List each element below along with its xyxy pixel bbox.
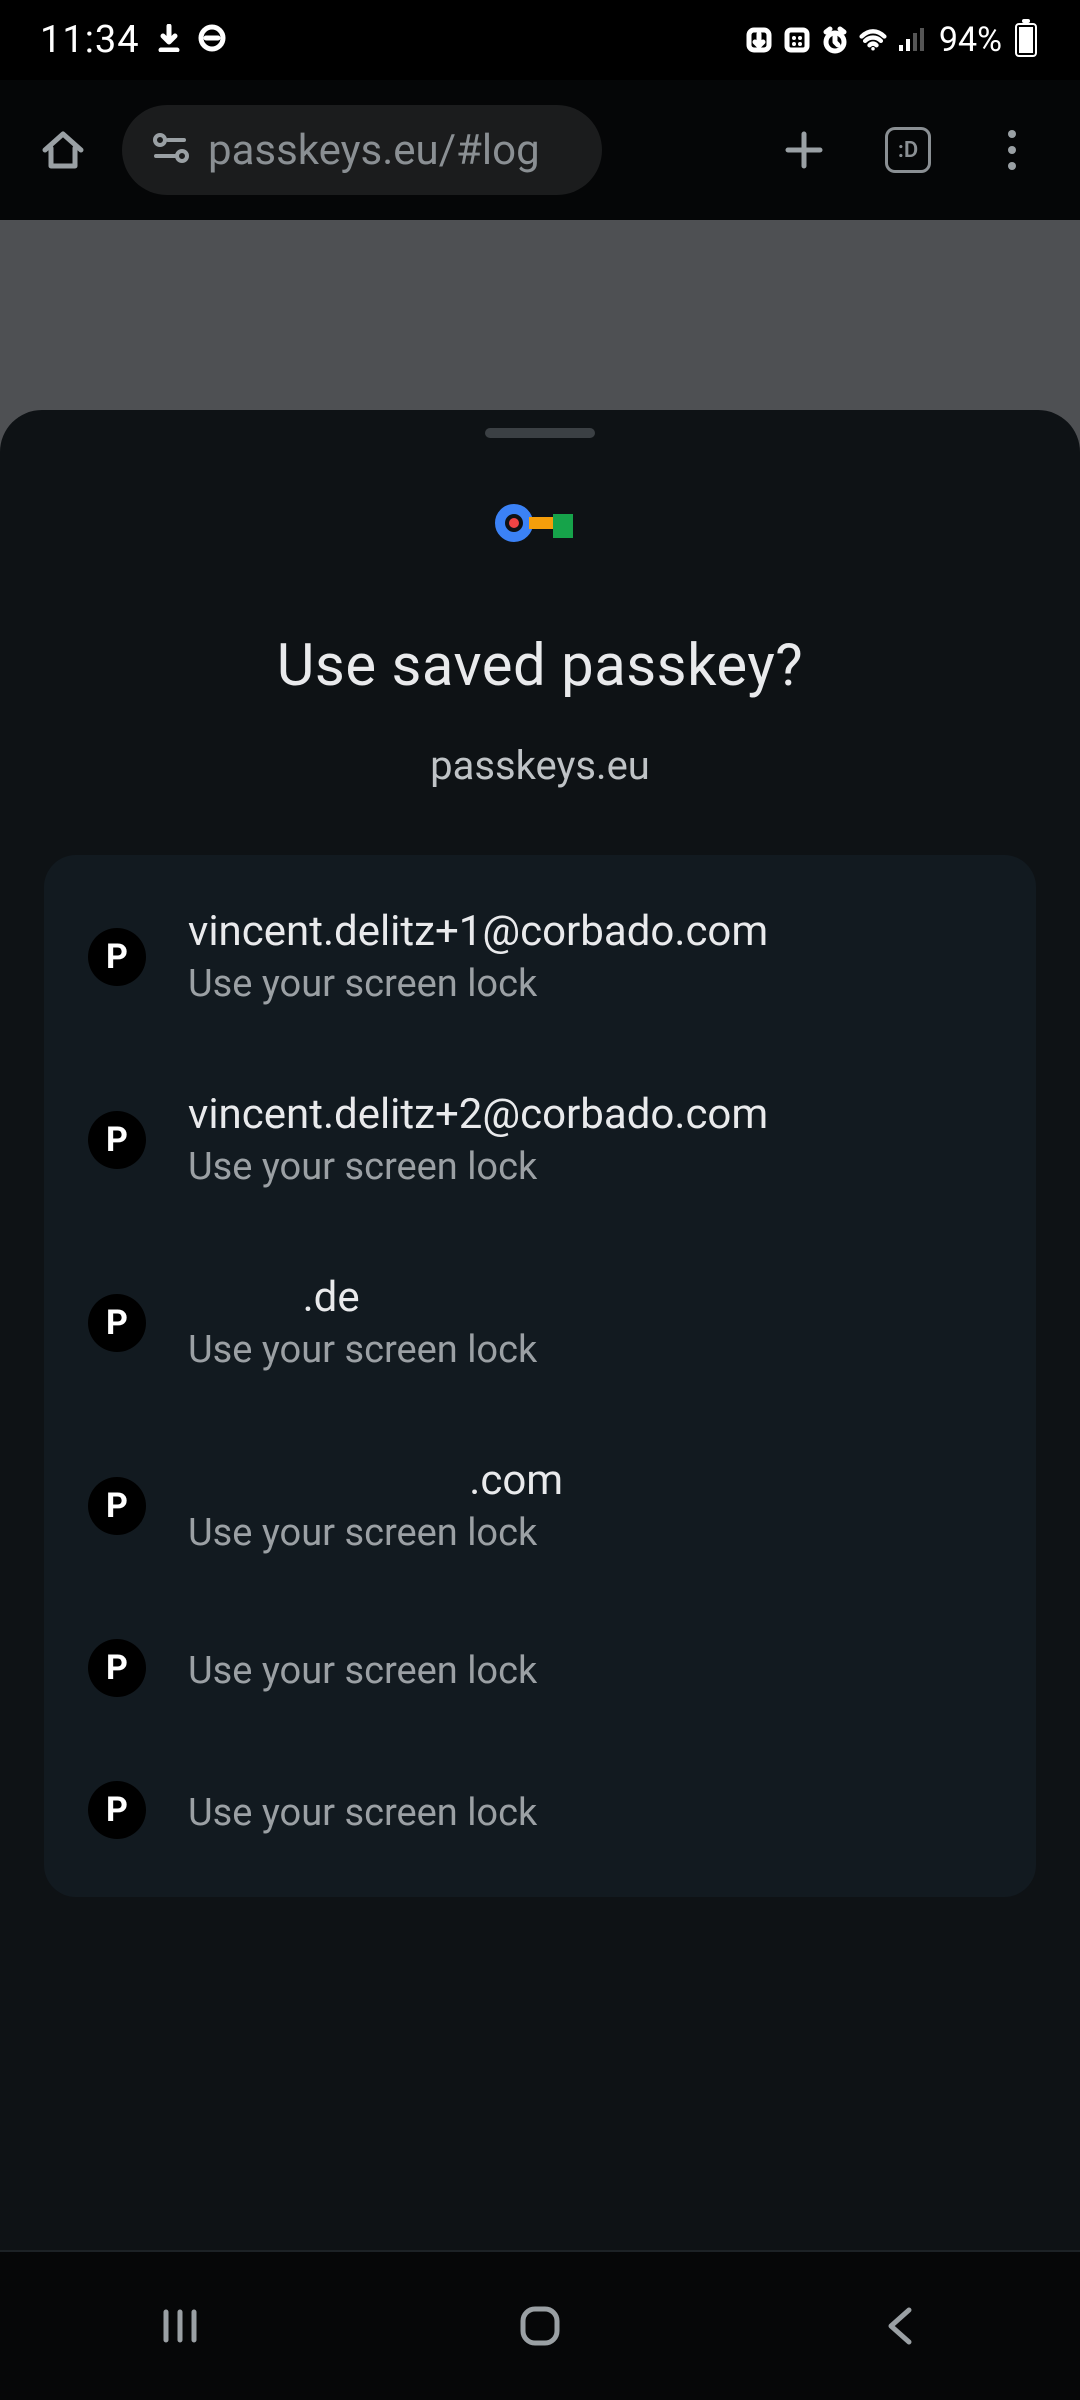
google-passkey-icon: [495, 504, 585, 542]
provider-icon: P: [88, 1639, 146, 1697]
passkey-subtitle: Use your screen lock: [188, 962, 768, 1006]
sheet-title: Use saved passkey?: [0, 632, 1080, 700]
provider-icon: P: [88, 1477, 146, 1535]
status-left: 11:34: [40, 18, 226, 62]
passkey-item[interactable]: P .com Use your screen lock: [44, 1414, 1036, 1597]
status-right: 94%: [745, 20, 1040, 60]
home-button[interactable]: [28, 115, 98, 185]
tabs-count: :D: [885, 127, 931, 173]
new-tab-button[interactable]: [764, 110, 844, 190]
passkey-item[interactable]: P .de Use your screen lock: [44, 1231, 1036, 1414]
signal-icon: [897, 26, 925, 54]
status-time: 11:34: [40, 18, 140, 62]
overflow-menu-button[interactable]: [972, 110, 1052, 190]
tabs-button[interactable]: :D: [868, 110, 948, 190]
passkey-item[interactable]: P vincent.delitz+2@corbado.com Use your …: [44, 1048, 1036, 1231]
battery-percent: 94%: [939, 20, 1002, 60]
passkey-email: vincent.delitz+1@corbado.com: [188, 907, 768, 956]
back-button[interactable]: [855, 2296, 945, 2356]
provider-icon: P: [88, 1111, 146, 1169]
passkey-subtitle: Use your screen lock: [188, 1649, 537, 1693]
status-puzzle-icon: [783, 26, 811, 54]
passkey-subtitle: Use your screen lock: [188, 1791, 537, 1835]
passkey-subtitle: Use your screen lock: [188, 1511, 563, 1555]
wifi-icon: [859, 26, 887, 54]
status-bar: 11:34 94%: [0, 0, 1080, 80]
provider-icon: P: [88, 928, 146, 986]
recents-button[interactable]: [135, 2296, 225, 2356]
passkey-bottom-sheet: Use saved passkey? passkeys.eu P vincent…: [0, 410, 1080, 2400]
site-settings-icon: [150, 130, 190, 170]
sheet-domain: passkeys.eu: [0, 742, 1080, 789]
passkey-item[interactable]: P Use your screen lock: [44, 1597, 1036, 1739]
passkey-email: .com: [188, 1456, 563, 1505]
passkey-subtitle: Use your screen lock: [188, 1145, 768, 1189]
battery-icon: [1012, 26, 1040, 54]
passkey-item[interactable]: P vincent.delitz+1@corbado.com Use your …: [44, 865, 1036, 1048]
sheet-drag-handle[interactable]: [485, 428, 595, 438]
home-nav-button[interactable]: [495, 2296, 585, 2356]
url-bar[interactable]: passkeys.eu/#log: [122, 105, 602, 195]
passkey-item[interactable]: P Use your screen lock: [44, 1739, 1036, 1881]
browser-toolbar: passkeys.eu/#log :D: [0, 80, 1080, 220]
passkey-email: vincent.delitz+2@corbado.com: [188, 1090, 768, 1139]
passkey-list: P vincent.delitz+1@corbado.com Use your …: [44, 855, 1036, 1897]
status-box-icon: [745, 26, 773, 54]
provider-icon: P: [88, 1781, 146, 1839]
passkey-email: .de: [188, 1273, 537, 1322]
dnd-icon: [198, 24, 226, 56]
download-icon: [158, 24, 180, 56]
alarm-icon: [821, 26, 849, 54]
url-text: passkeys.eu/#log: [208, 126, 540, 175]
sheet-header: Use saved passkey? passkeys.eu: [0, 438, 1080, 789]
android-nav-bar: [0, 2250, 1080, 2400]
provider-icon: P: [88, 1294, 146, 1352]
passkey-subtitle: Use your screen lock: [188, 1328, 537, 1372]
